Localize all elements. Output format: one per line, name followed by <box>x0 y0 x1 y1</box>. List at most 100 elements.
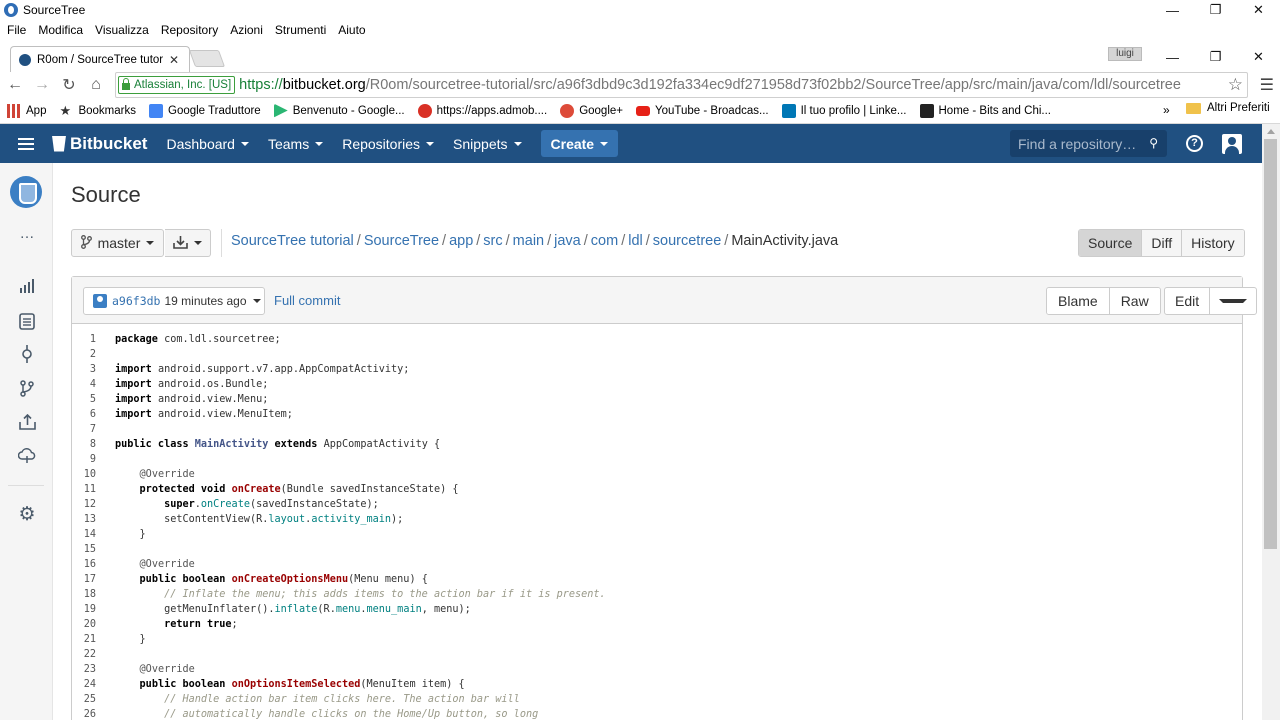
back-icon[interactable]: ← <box>3 73 27 97</box>
repository-avatar[interactable] <box>10 176 42 208</box>
more-actions-icon[interactable]: … <box>17 223 37 243</box>
line-number[interactable]: 11 <box>72 484 96 495</box>
bookmark-bits-and-chips[interactable]: Home - Bits and Chi... <box>919 103 1051 118</box>
branch-selector[interactable]: master <box>71 229 164 257</box>
search-icon[interactable]: ⚲ <box>1149 136 1158 150</box>
user-avatar-icon[interactable] <box>1222 134 1242 154</box>
repository-search-input[interactable]: Find a repository… ⚲ <box>1010 130 1167 157</box>
bookmark-linkedin[interactable]: Il tuo profilo | Linke... <box>781 103 907 118</box>
tab-history[interactable]: History <box>1181 230 1244 256</box>
line-number[interactable]: 9 <box>72 454 96 465</box>
browser-close-icon[interactable]: ✕ <box>1237 46 1280 68</box>
scrollbar-thumb[interactable] <box>1264 139 1277 549</box>
line-number[interactable]: 24 <box>72 679 96 690</box>
line-number[interactable]: 4 <box>72 379 96 390</box>
reload-icon[interactable]: ↻ <box>57 73 81 97</box>
blame-button[interactable]: Blame <box>1047 288 1109 314</box>
tab-source[interactable]: Source <box>1079 230 1142 256</box>
line-number[interactable]: 6 <box>72 409 96 420</box>
breadcrumb-src[interactable]: src <box>483 233 502 249</box>
menu-repository[interactable]: Repository <box>156 23 223 37</box>
bookmark-bookmarks[interactable]: ★ Bookmarks <box>59 103 136 118</box>
tab-close-icon[interactable]: ✕ <box>169 53 179 67</box>
line-number[interactable]: 18 <box>72 589 96 600</box>
menu-modifica[interactable]: Modifica <box>33 23 88 37</box>
line-number[interactable]: 8 <box>72 439 96 450</box>
bookmark-google-translate[interactable]: Google Traduttore <box>149 103 261 118</box>
browser-minimize-icon[interactable]: — <box>1151 46 1194 68</box>
line-number[interactable]: 17 <box>72 574 96 585</box>
line-number[interactable]: 21 <box>72 634 96 645</box>
line-number[interactable]: 16 <box>72 559 96 570</box>
create-button[interactable]: Create <box>540 130 619 157</box>
nav-dashboard[interactable]: Dashboard <box>166 136 249 152</box>
browser-restore-icon[interactable]: ❐ <box>1194 46 1237 68</box>
line-number[interactable]: 23 <box>72 664 96 675</box>
source-file-icon[interactable] <box>17 311 37 331</box>
settings-gear-icon[interactable]: ⚙ <box>17 504 37 525</box>
breadcrumb-repo[interactable]: SourceTree tutorial <box>231 233 354 249</box>
menu-strumenti[interactable]: Strumenti <box>270 23 331 37</box>
menu-azioni[interactable]: Azioni <box>225 23 268 37</box>
bookmark-star-icon[interactable]: ☆ <box>1228 75 1243 95</box>
browser-menu-icon[interactable]: ☰ <box>1260 75 1274 95</box>
hamburger-menu-icon[interactable] <box>18 135 34 153</box>
breadcrumb-app[interactable]: app <box>449 233 473 249</box>
line-number[interactable]: 13 <box>72 514 96 525</box>
bookmarks-overflow-button[interactable]: » <box>1163 103 1170 117</box>
ev-certificate-badge[interactable]: Atlassian, Inc. [US] <box>118 76 236 94</box>
menu-file[interactable]: File <box>2 23 31 37</box>
menu-visualizza[interactable]: Visualizza <box>90 23 154 37</box>
new-tab-button[interactable] <box>188 50 226 67</box>
breadcrumb-com[interactable]: com <box>591 233 618 249</box>
commit-selector[interactable]: a96f3db 19 minutes ago <box>83 287 265 315</box>
line-number[interactable]: 26 <box>72 709 96 720</box>
nav-snippets[interactable]: Snippets <box>453 136 522 152</box>
full-commit-link[interactable]: Full commit <box>274 293 340 308</box>
scroll-up-arrow-icon[interactable] <box>1267 129 1275 134</box>
edit-dropdown-button[interactable] <box>1209 288 1256 314</box>
line-number[interactable]: 1 <box>72 334 96 345</box>
line-number[interactable]: 25 <box>72 694 96 705</box>
page-scrollbar[interactable] <box>1262 124 1280 720</box>
line-number[interactable]: 19 <box>72 604 96 615</box>
bookmark-admob[interactable]: https://apps.admob.... <box>417 103 547 118</box>
breadcrumb-java[interactable]: java <box>554 233 581 249</box>
raw-button[interactable]: Raw <box>1108 288 1160 314</box>
line-number[interactable]: 3 <box>72 364 96 375</box>
browser-tab[interactable]: R0om / SourceTree tutorial ✕ <box>10 46 190 72</box>
pipelines-cloud-icon[interactable] <box>17 445 37 465</box>
address-bar[interactable]: Atlassian, Inc. [US] https://bitbucket.o… <box>115 72 1248 98</box>
home-icon[interactable]: ⌂ <box>84 73 108 97</box>
nav-repositories[interactable]: Repositories <box>342 136 435 152</box>
edit-button[interactable]: Edit <box>1165 288 1209 314</box>
line-number[interactable]: 12 <box>72 499 96 510</box>
menu-aiuto[interactable]: Aiuto <box>333 23 370 37</box>
line-number[interactable]: 22 <box>72 649 96 660</box>
profile-chip[interactable]: luigi <box>1108 47 1142 61</box>
minimize-icon[interactable]: — <box>1151 0 1194 20</box>
bookmark-google-plus[interactable]: Google+ <box>560 103 623 118</box>
breadcrumb-sourcetree[interactable]: SourceTree <box>364 233 439 249</box>
bookmark-benvenuto-google[interactable]: Benvenuto - Google... <box>273 103 405 118</box>
line-number[interactable]: 5 <box>72 394 96 405</box>
tab-diff[interactable]: Diff <box>1141 230 1182 256</box>
other-bookmarks-folder[interactable]: Altri Preferiti <box>1186 102 1270 114</box>
overview-chart-icon[interactable] <box>17 276 37 296</box>
bitbucket-logo[interactable]: Bitbucket <box>52 134 147 154</box>
help-icon[interactable]: ? <box>1186 135 1203 152</box>
bookmark-youtube[interactable]: YouTube - Broadcas... <box>636 105 769 117</box>
branches-icon[interactable] <box>17 378 37 398</box>
line-number[interactable]: 14 <box>72 529 96 540</box>
bookmark-apps[interactable]: App <box>7 103 46 118</box>
line-number[interactable]: 2 <box>72 349 96 360</box>
line-number[interactable]: 10 <box>72 469 96 480</box>
line-number[interactable]: 20 <box>72 619 96 630</box>
breadcrumb-main[interactable]: main <box>513 233 544 249</box>
nav-teams[interactable]: Teams <box>268 136 324 152</box>
download-button[interactable] <box>165 229 211 257</box>
pull-requests-icon[interactable] <box>17 412 37 432</box>
close-icon[interactable]: ✕ <box>1237 0 1280 20</box>
commits-icon[interactable] <box>17 344 37 364</box>
line-number[interactable]: 15 <box>72 544 96 555</box>
